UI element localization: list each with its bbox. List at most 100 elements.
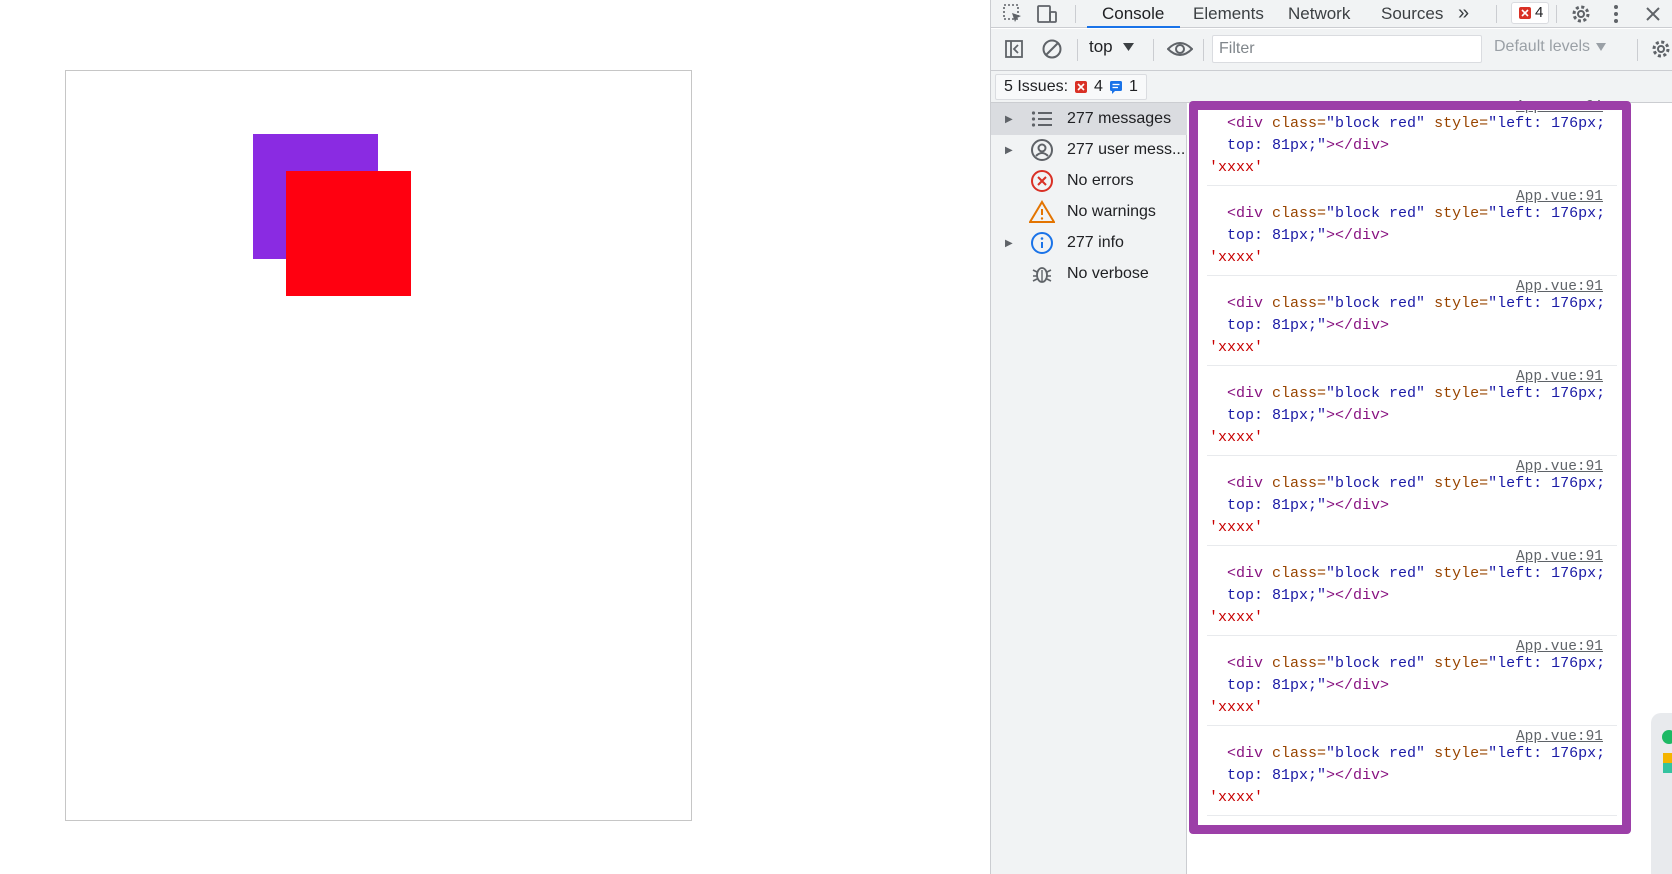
log-string-value: 'xxxx': [1209, 699, 1264, 716]
log-element-line[interactable]: top: 81px;"></div>: [1227, 135, 1389, 157]
log-entry: App.vue:91 <div class="block red" style="…: [1207, 366, 1617, 456]
live-expression-eye-icon[interactable]: [1163, 35, 1197, 63]
attr-value: "block red": [1326, 565, 1426, 582]
tab-separator: [1075, 5, 1076, 23]
bug-icon: [1027, 262, 1057, 286]
sidebar-item-label: No verbose: [1067, 265, 1149, 282]
sidebar-item-label: 277 messages: [1067, 110, 1172, 127]
attr-value: "block red": [1326, 205, 1426, 222]
attr-name: style=: [1425, 475, 1489, 492]
issues-error-count: 4: [1094, 78, 1103, 95]
screen: Console Elements Network Sources » 4 top…: [0, 0, 1672, 874]
html-tag: <div: [1227, 205, 1264, 222]
log-element-line[interactable]: top: 81px;"></div>: [1227, 585, 1389, 607]
log-entry: App.vue:91 <div class="block red" style="…: [1207, 456, 1617, 546]
inspect-element-icon[interactable]: [999, 0, 1027, 28]
more-options-icon[interactable]: [1602, 0, 1630, 28]
html-tag: <div: [1227, 385, 1264, 402]
log-element-line[interactable]: top: 81px;"></div>: [1227, 765, 1389, 787]
context-select[interactable]: top: [1089, 37, 1134, 57]
settings-gear-icon[interactable]: [1567, 0, 1595, 28]
log-element-line[interactable]: <div class="block red" style="left: 176p…: [1227, 563, 1605, 585]
log-element-line[interactable]: top: 81px;"></div>: [1227, 225, 1389, 247]
error-circle-icon: [1027, 169, 1057, 193]
sidebar-item-label: No errors: [1067, 172, 1134, 189]
sidebar-item-bug[interactable]: No verbose: [991, 258, 1187, 290]
sidebar-item-list[interactable]: ▶ 277 messages: [991, 103, 1187, 135]
log-element-line[interactable]: <div class="block red" style="left: 176p…: [1227, 653, 1605, 675]
log-string-value: 'xxxx': [1209, 789, 1264, 806]
html-tag: <div: [1227, 295, 1264, 312]
attr-value: "left: 176px;: [1488, 295, 1606, 312]
attr-name: style=: [1425, 565, 1489, 582]
attr-value: top: 81px;": [1227, 587, 1327, 604]
info-icon: [1027, 231, 1057, 255]
sidebar-toggle-icon[interactable]: [1000, 35, 1028, 63]
log-element-line[interactable]: top: 81px;"></div>: [1227, 315, 1389, 337]
sidebar-item-user[interactable]: ▶ 277 user mess...: [991, 134, 1187, 166]
attr-name: style=: [1425, 655, 1489, 672]
toolbar-separator: [1153, 39, 1154, 61]
log-element-line[interactable]: top: 81px;"></div>: [1227, 405, 1389, 427]
context-value: top: [1089, 37, 1113, 56]
tab-elements[interactable]: Elements: [1193, 0, 1264, 28]
floating-widget-edge[interactable]: [1651, 713, 1672, 874]
console-sidebar: ▶ 277 messages ▶ 277 user mess... No errors N…: [991, 103, 1187, 874]
log-element-line[interactable]: <div class="block red" style="left: 176p…: [1227, 383, 1605, 405]
attr-value: top: 81px;": [1227, 317, 1327, 334]
log-element-line[interactable]: <div class="block red" style="left: 176p…: [1227, 293, 1605, 315]
red-block[interactable]: [286, 171, 411, 296]
log-levels-select[interactable]: Default levels: [1494, 38, 1607, 56]
issues-button[interactable]: 5 Issues: 4 1: [995, 74, 1147, 100]
error-flag-icon: [1075, 81, 1088, 93]
sidebar-item-error-circle[interactable]: No errors: [991, 165, 1187, 197]
tab-separator: [1496, 5, 1497, 23]
log-element-line[interactable]: top: 81px;"></div>: [1227, 495, 1389, 517]
attr-value: "left: 176px;: [1488, 565, 1606, 582]
log-element-line[interactable]: <div class="block red" style="left: 176p…: [1227, 113, 1605, 135]
attr-value: top: 81px;": [1227, 767, 1327, 784]
tab-sources[interactable]: Sources: [1381, 0, 1443, 28]
active-tab-indicator: [1087, 26, 1180, 28]
html-tag: ></div>: [1326, 767, 1390, 784]
clear-console-icon[interactable]: [1038, 35, 1066, 63]
log-element-line[interactable]: top: 81px;"></div>: [1227, 675, 1389, 697]
error-count-badge[interactable]: 4: [1511, 2, 1549, 24]
info-message-icon: [1109, 81, 1122, 94]
log-string-value: 'xxxx': [1209, 609, 1264, 626]
console-settings-gear-icon[interactable]: [1647, 35, 1672, 63]
log-element-line[interactable]: <div class="block red" style="left: 176p…: [1227, 203, 1605, 225]
tab-network[interactable]: Network: [1288, 0, 1350, 28]
sidebar-item-label: 277 info: [1067, 234, 1124, 251]
log-element-line[interactable]: <div class="block red" style="left: 176p…: [1227, 743, 1605, 765]
device-toolbar-icon[interactable]: [1033, 0, 1061, 28]
filter-input[interactable]: [1212, 35, 1482, 63]
sidebar-item-warning-triangle[interactable]: No warnings: [991, 196, 1187, 228]
log-string-value: 'xxxx': [1209, 519, 1264, 536]
attr-name: class=: [1263, 385, 1327, 402]
attr-value: "left: 176px;: [1488, 115, 1606, 132]
attr-name: style=: [1425, 295, 1489, 312]
html-tag: ></div>: [1326, 497, 1390, 514]
tab-console[interactable]: Console: [1102, 0, 1164, 28]
log-entry: App.vue:91 <div class="block red" style="…: [1207, 186, 1617, 276]
dropdown-arrow-icon: [1122, 43, 1134, 51]
close-devtools-icon[interactable]: [1639, 0, 1667, 28]
html-tag: ></div>: [1326, 677, 1390, 694]
log-string-value: 'xxxx': [1209, 249, 1264, 266]
attr-value: "left: 176px;: [1488, 745, 1606, 762]
attr-value: "left: 176px;: [1488, 475, 1606, 492]
attr-name: class=: [1263, 745, 1327, 762]
sidebar-item-info[interactable]: ▶ 277 info: [991, 227, 1187, 259]
more-tabs-icon[interactable]: »: [1458, 0, 1469, 28]
attr-value: "left: 176px;: [1488, 655, 1606, 672]
attr-value: "block red": [1326, 295, 1426, 312]
html-tag: <div: [1227, 745, 1264, 762]
html-tag: <div: [1227, 565, 1264, 582]
log-string-value: 'xxxx': [1209, 339, 1264, 356]
log-element-line[interactable]: <div class="block red" style="left: 176p…: [1227, 473, 1605, 495]
status-dot-icon: [1662, 730, 1672, 744]
error-flag-icon: [1519, 7, 1531, 19]
toolbar-separator: [1637, 39, 1638, 61]
log-string-value: 'xxxx': [1209, 429, 1264, 446]
